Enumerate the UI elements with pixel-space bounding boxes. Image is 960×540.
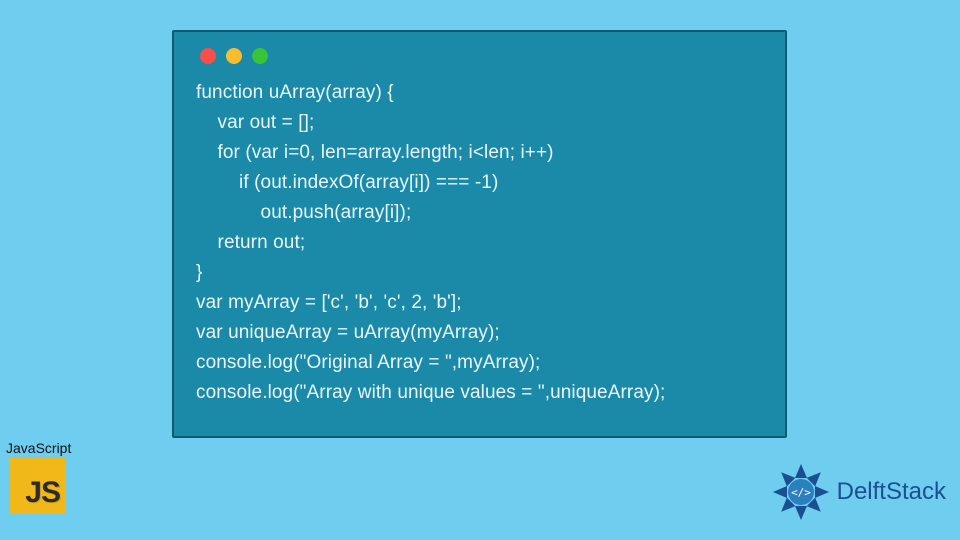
window-dot-close-icon [200,48,216,64]
javascript-badge-label: JavaScript [4,440,76,456]
javascript-badge: JavaScript JS [4,440,76,514]
window-dot-maximize-icon [252,48,268,64]
code-card: function uArray(array) { var out = []; f… [172,30,787,438]
delftstack-logo-icon: </> [771,462,831,522]
window-dot-minimize-icon [226,48,242,64]
window-dot-row [200,48,763,64]
javascript-logo-icon: JS [10,458,66,514]
code-block: function uArray(array) { var out = []; f… [196,78,763,408]
javascript-logo-text: JS [25,476,60,510]
delftstack-brand-text: DelftStack [837,478,946,506]
delftstack-brand: </> DelftStack [771,462,946,522]
svg-text:</>: </> [791,486,811,499]
